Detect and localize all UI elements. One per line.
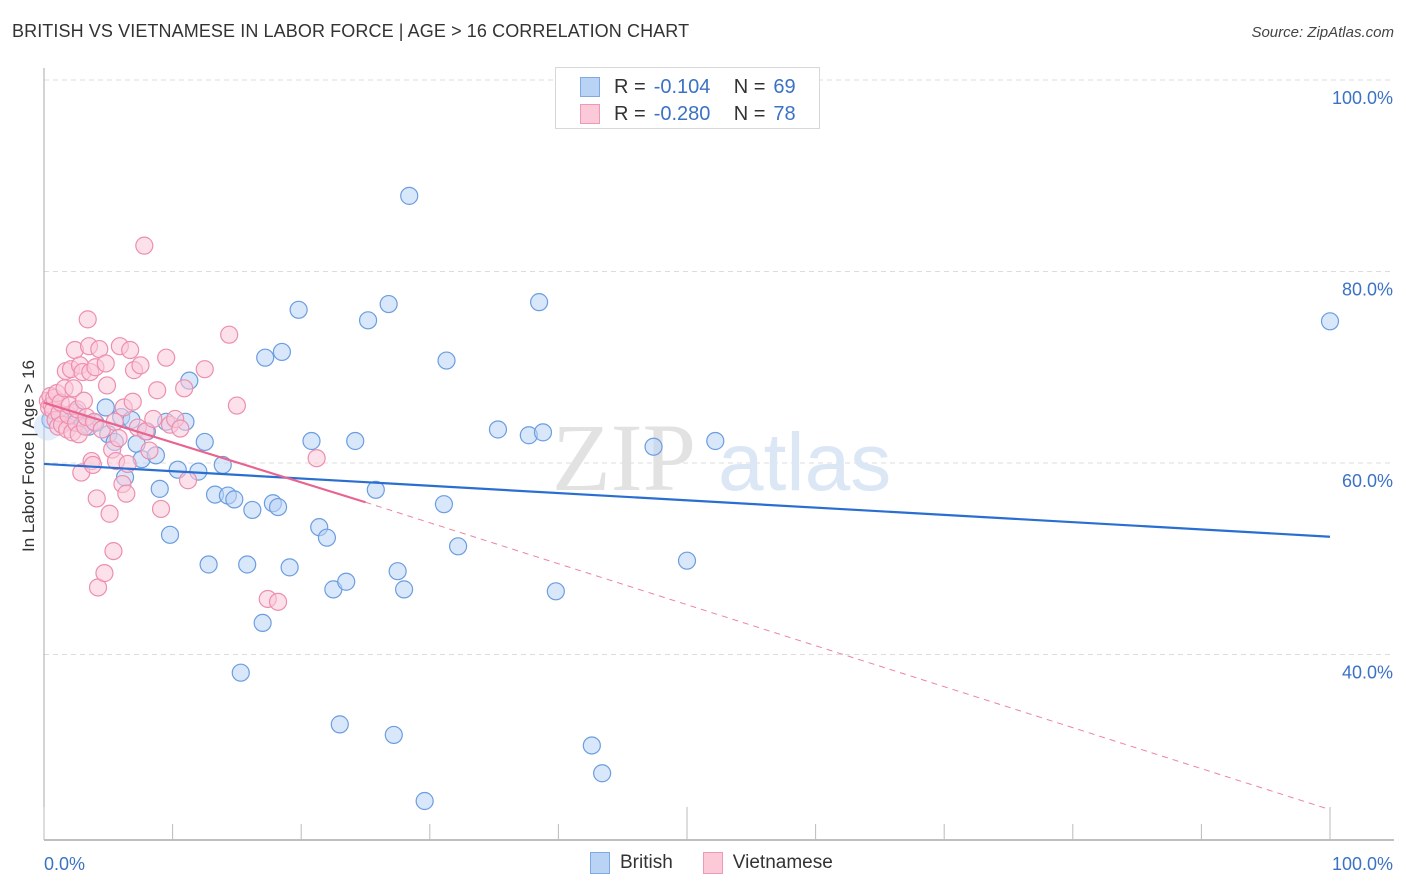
british-point [280,558,299,577]
vietnamese-point [100,504,119,523]
x-tick-label: 100.0% [1332,854,1393,874]
british-swatch [590,852,610,874]
british-point [706,431,725,451]
r-label: R = [614,102,646,125]
series-legend: British Vietnamese [590,852,863,874]
vietnamese-point [109,429,128,448]
british-point [644,437,663,456]
vietnamese-point [74,391,93,410]
british-point [546,582,565,601]
vietnamese-point [135,236,154,255]
vietnamese-point [195,360,214,379]
legend-row-british: R = -0.104 N = 69 [580,74,796,100]
y-tick-label: 60.0% [1342,471,1393,491]
vietnamese-point [157,348,176,367]
vietnamese-point [178,471,198,490]
british-point [593,764,612,783]
british-point [199,555,218,574]
british-point [272,342,292,362]
british-point [317,528,337,547]
british-point [384,725,403,745]
n-value: 69 [773,75,796,98]
british-point [337,572,356,591]
vietnamese-point [151,499,171,519]
y-tick-label: 100.0% [1332,88,1393,108]
british-point [346,431,365,451]
scatter-chart: ZIP atlas 40.0%60.0%80.0%100.0%0.0% 100.0… [19,68,1394,874]
legend-label-vietnamese: Vietnamese [732,852,833,873]
vietnamese-point [131,356,150,375]
british-point [243,500,262,520]
r-value: -0.104 [653,75,711,98]
british-point [388,562,407,581]
n-label: N = [733,75,766,98]
british-point [256,348,275,367]
vietnamese-point [121,340,140,360]
legend-row-vietnamese: R = -0.280 N = 78 [580,101,796,127]
vietnamese-point [220,325,239,344]
british-point [268,497,288,517]
y-tick-label: 80.0% [1342,280,1393,300]
vietnamese-swatch [580,104,600,124]
british-point [195,432,214,452]
legend-item-vietnamese[interactable]: Vietnamese [702,852,833,874]
british-point [358,311,378,330]
british-point [1320,312,1340,331]
vietnamese-point [83,455,102,475]
british-point [530,293,549,312]
legend-label-british: British [620,852,673,873]
british-point [253,613,272,633]
vietnamese-point [268,592,288,611]
vietnamese-point [148,381,167,400]
vietnamese-trend-extension [365,501,1331,811]
vietnamese-point [78,310,97,329]
vietnamese-point [123,392,142,411]
vietnamese-point [307,449,326,468]
british-point [437,351,456,370]
vietnamese-point [97,376,117,395]
british-point [225,490,244,509]
vietnamese-point [140,441,159,460]
british-point [434,495,454,514]
vietnamese-point [175,379,194,398]
vietnamese-point [144,409,163,429]
vietnamese-point [171,419,190,438]
british-point [150,479,169,498]
vietnamese-points [38,236,326,611]
watermark-atlas: atlas [718,417,891,508]
british-point [160,525,180,544]
r-label: R = [614,75,646,98]
vietnamese-point [96,354,115,373]
legend-item-british[interactable]: British [590,852,673,874]
vietnamese-point [104,541,123,561]
british-point [394,580,414,599]
british-point [238,555,257,574]
n-value: 78 [773,102,796,125]
british-swatch [580,77,600,97]
british-point [400,186,419,205]
british-point [289,300,308,319]
y-axis-label: In Labor Force | Age > 16 [19,360,38,552]
british-point [379,294,398,314]
vietnamese-point [227,396,246,415]
vietnamese-point [117,484,136,503]
british-point [415,791,434,811]
vietnamese-point [87,489,106,508]
british-point [302,431,321,451]
x-tick-label: 0.0% [44,854,85,874]
n-label: N = [733,102,766,125]
stats-legend: R = -0.104 N = 69 R = -0.280 N = 78 [555,67,820,129]
vietnamese-point [95,564,114,583]
vietnamese-swatch [702,852,723,874]
british-point [488,420,508,439]
british-point [533,423,553,442]
y-tick-label: 40.0% [1342,663,1393,683]
british-point [231,663,250,682]
r-value: -0.280 [653,102,711,125]
british-point [448,537,468,556]
british-point [582,736,601,755]
british-point [330,715,349,734]
british-point [677,551,697,570]
